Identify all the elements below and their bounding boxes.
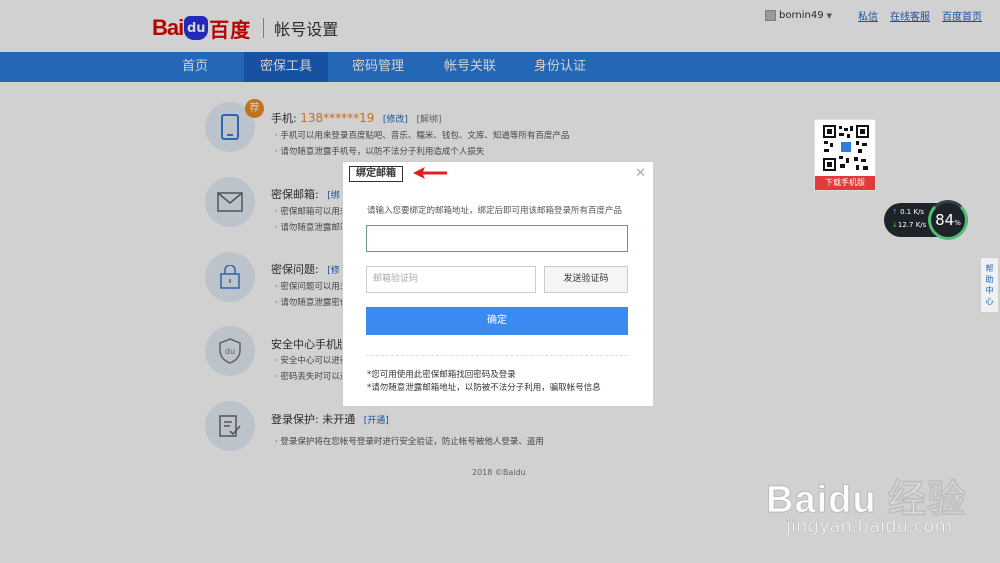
qr-code-icon (822, 124, 870, 172)
dialog-note: *您可用使用此密保邮箱找回密码及登录 (367, 370, 516, 380)
help-center-tab[interactable]: 帮 助 中 心 (980, 257, 998, 313)
download-mobile-button[interactable]: 下载手机版 (815, 176, 875, 190)
annotation-arrow-icon (413, 167, 447, 179)
send-code-button[interactable]: 发送验证码 (544, 266, 628, 293)
verify-code-input[interactable]: 邮箱验证码 (366, 266, 536, 293)
divider (366, 355, 628, 356)
qr-widget[interactable]: 下载手机版 (814, 119, 876, 191)
upload-speed: ↑ 0.1 K/s (892, 208, 925, 216)
speed-monitor-widget[interactable]: ↑ 0.1 K/s ↓12.7 K/s 84% (884, 200, 968, 240)
usage-gauge: 84% (928, 200, 968, 240)
email-input[interactable] (366, 225, 628, 252)
close-icon[interactable]: ✕ (635, 166, 646, 181)
arrow-up-icon: ↑ (892, 208, 898, 216)
dialog-note: *请勿随意泄露邮箱地址，以防被不法分子利用，骗取帐号信息 (367, 383, 601, 393)
dialog-title: 绑定邮箱 (349, 166, 403, 182)
baidu-jingyan-watermark: Baidu 经验 jingyan.baidu.com (765, 456, 996, 541)
download-speed: ↓12.7 K/s (892, 221, 927, 229)
watermark-logo: Baidu 经验 (765, 479, 967, 522)
confirm-button[interactable]: 确定 (366, 307, 628, 335)
watermark-url: jingyan.baidu.com (786, 516, 953, 538)
dialog-instruction: 请输入您要绑定的邮箱地址，绑定后即可用该邮箱登录所有百度产品 (367, 206, 623, 216)
bind-email-dialog: 绑定邮箱 ✕ 请输入您要绑定的邮箱地址，绑定后即可用该邮箱登录所有百度产品 邮箱… (342, 161, 654, 407)
